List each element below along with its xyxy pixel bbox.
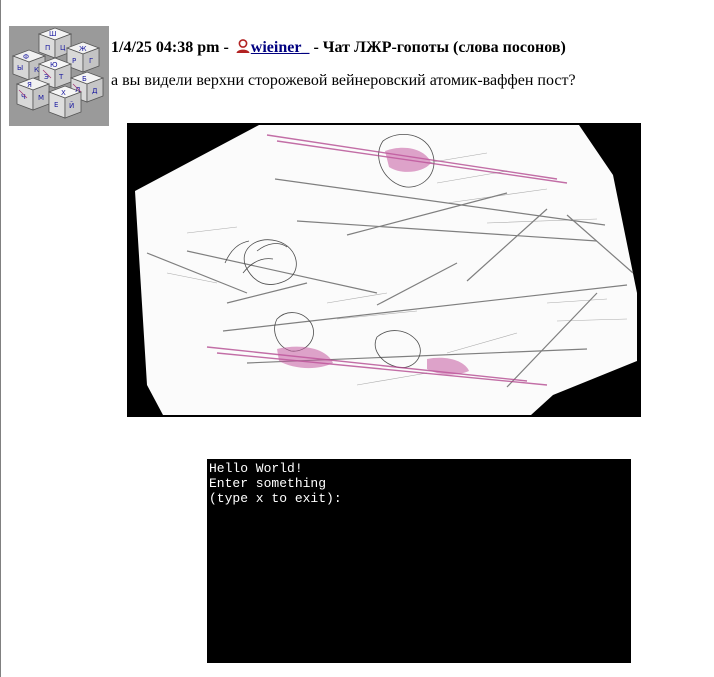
post-message: а вы видели верхни сторожевой вейнеровск… [111, 72, 576, 89]
svg-text:Ю: Ю [50, 61, 58, 69]
svg-text:Ф: Ф [23, 53, 29, 61]
svg-text:Х: Х [61, 89, 66, 97]
svg-text:Т: Т [58, 73, 64, 81]
svg-text:Б: Б [82, 75, 87, 83]
left-border [0, 0, 1, 677]
svg-text:Р: Р [72, 57, 76, 65]
thread-title[interactable]: Чат ЛЖР-гопоты (слова посонов) [323, 39, 566, 56]
sketch-artwork [127, 123, 641, 417]
svg-text:К: К [34, 66, 39, 74]
svg-text:Г: Г [89, 57, 93, 65]
svg-text:Й: Й [69, 101, 74, 110]
svg-text:Я: Я [27, 81, 32, 89]
header-separator: - [219, 39, 233, 56]
user-icon [235, 38, 251, 54]
console-line: Hello World! [209, 461, 303, 476]
svg-text:Е: Е [54, 101, 58, 109]
cube-stack-avatar-image: Ш П Ц Ж Р Г Ф Ы К Ю Э Т Б Л Д Я Ч М Х Е [9, 26, 109, 126]
svg-text:Э: Э [44, 73, 49, 81]
page: Ш П Ц Ж Р Г Ф Ы К Ю Э Т Б Л Д Я Ч М Х Е [0, 0, 714, 677]
post-timestamp: 1/4/25 04:38 pm [111, 39, 220, 56]
console-line: Enter something [209, 476, 327, 491]
svg-text:П: П [45, 44, 50, 52]
console-window[interactable]: Hello World! Enter something (type x to … [207, 459, 631, 663]
post-attached-image[interactable] [127, 123, 641, 417]
svg-text:Ц: Ц [60, 44, 66, 52]
svg-text:Ы: Ы [17, 64, 23, 72]
user-avatar[interactable]: Ш П Ц Ж Р Г Ф Ы К Ю Э Т Б Л Д Я Ч М Х Е [9, 26, 109, 126]
svg-text:М: М [38, 94, 44, 102]
svg-text:Ж: Ж [79, 45, 87, 53]
svg-text:Д: Д [92, 87, 98, 95]
svg-text:Ш: Ш [49, 30, 57, 38]
console-line: (type x to exit): [209, 491, 342, 506]
header-separator: - [309, 39, 323, 56]
username-link[interactable]: wieiner_ [251, 39, 310, 56]
post-header: 1/4/25 04:38 pm - wieiner_ - Чат ЛЖР-гоп… [111, 38, 566, 58]
